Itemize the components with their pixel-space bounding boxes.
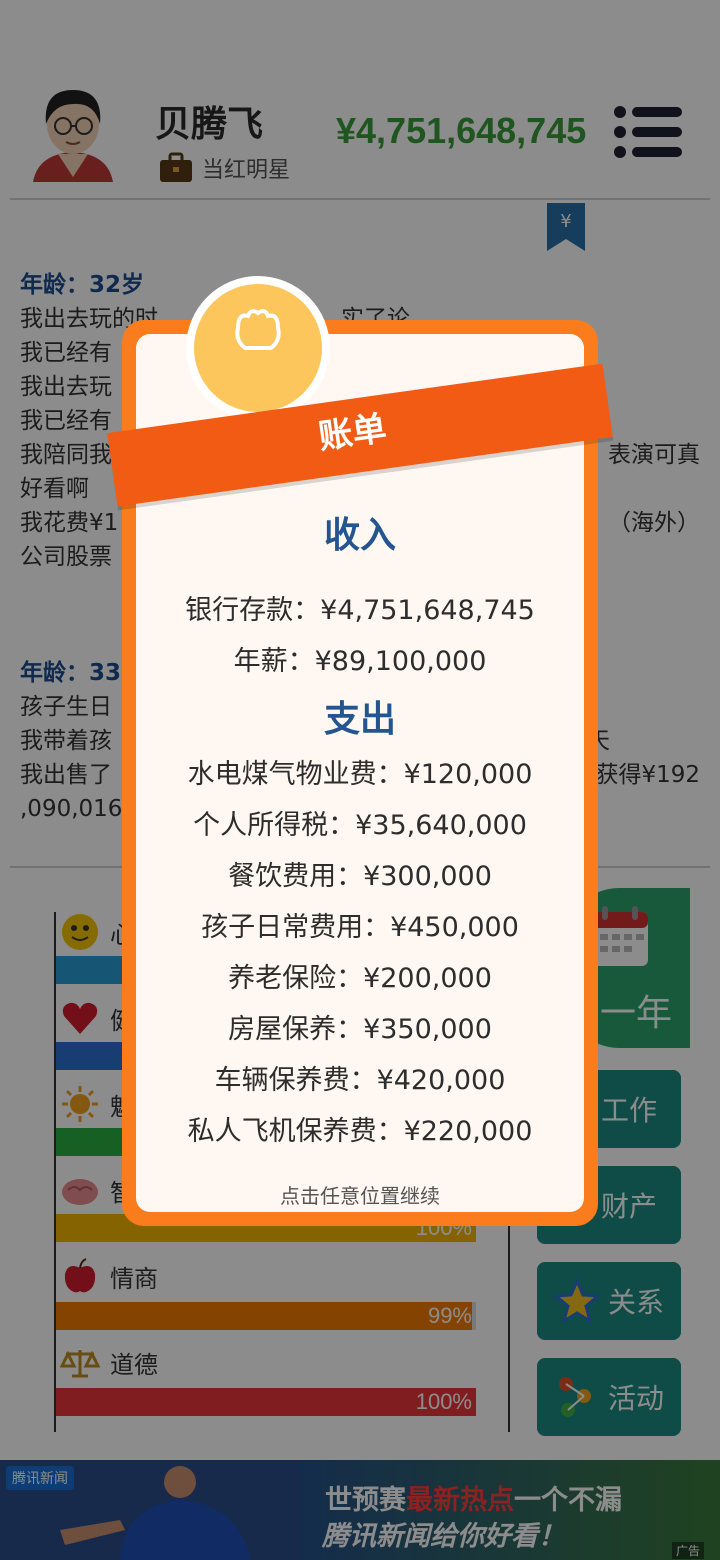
bill-banner-title: 账单 xyxy=(316,408,389,458)
expense-title: 支出 xyxy=(323,699,396,740)
expense-row: 个人所得税：¥35,640,000 xyxy=(193,810,527,841)
income-row: 年薪：¥89,100,000 xyxy=(233,646,487,677)
continue-hint[interactable]: 点击任意位置继续 xyxy=(122,1180,598,1209)
expense-row: 餐饮费用：¥300,000 xyxy=(228,861,492,892)
expense-row: 房屋保养：¥350,000 xyxy=(228,1014,492,1045)
income-title: 收入 xyxy=(323,515,396,556)
expense-row: 私人飞机保养费：¥220,000 xyxy=(187,1116,533,1147)
income-row: 银行存款：¥4,751,648,745 xyxy=(185,595,535,626)
expense-row: 孩子日常费用：¥450,000 xyxy=(201,912,519,943)
expense-row: 养老保险：¥200,000 xyxy=(228,963,492,994)
expense-row: 水电煤气物业费：¥120,000 xyxy=(187,759,533,790)
expense-row: 车辆保养费：¥420,000 xyxy=(214,1065,506,1096)
